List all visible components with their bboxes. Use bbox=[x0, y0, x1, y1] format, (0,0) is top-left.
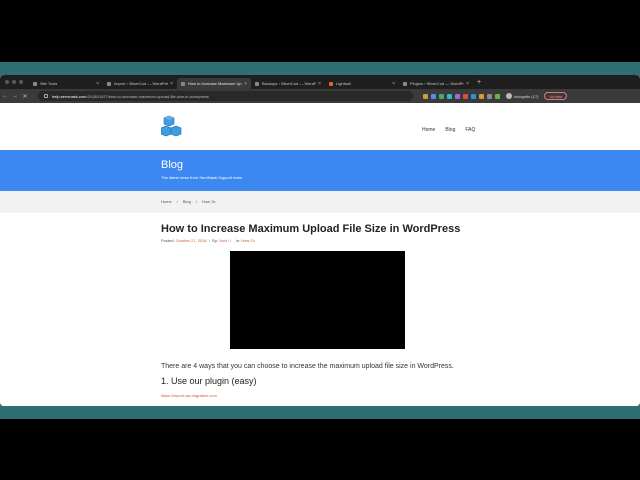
posted-date[interactable]: October 27, 2018 bbox=[176, 238, 207, 243]
breadcrumb-blog[interactable]: Blog bbox=[183, 199, 191, 204]
tab-bar: Site Tools × Import ‹ SilverCod — WordPr… bbox=[0, 75, 640, 89]
lock-icon bbox=[44, 94, 48, 98]
tab-backups[interactable]: Backups ‹ SilverCod — WordP × bbox=[251, 78, 325, 89]
nav-faq[interactable]: FAQ bbox=[465, 127, 475, 133]
blog-hero: Blog The latest news from ServMask Suppo… bbox=[0, 150, 640, 191]
tab-title: Import ‹ SilverCod — WordPre bbox=[114, 81, 169, 86]
video-embed[interactable] bbox=[230, 251, 405, 349]
letterbox-top bbox=[0, 0, 640, 62]
update-label: Update bbox=[549, 93, 563, 99]
main-nav: Home Blog FAQ bbox=[422, 127, 475, 133]
profile-button[interactable]: Incognito (17) bbox=[506, 93, 538, 99]
minimize-window-icon[interactable] bbox=[12, 80, 16, 84]
tab-title: Site Tools bbox=[40, 81, 58, 86]
tab-title: Lightsail bbox=[336, 81, 351, 86]
servmask-icon bbox=[181, 81, 185, 86]
breadcrumb-how-to[interactable]: How-To bbox=[202, 199, 216, 204]
wordpress-icon bbox=[107, 81, 111, 86]
incognito-icon bbox=[506, 93, 512, 99]
tab-title: Backups ‹ SilverCod — WordP bbox=[262, 81, 317, 86]
close-tab-icon[interactable]: × bbox=[392, 81, 395, 87]
tab-lightsail[interactable]: Lightsail × bbox=[325, 78, 399, 89]
breadcrumb-separator: / bbox=[176, 199, 178, 204]
reload-icon[interactable]: ✕ bbox=[20, 93, 30, 100]
nav-home[interactable]: Home bbox=[422, 127, 435, 133]
desktop-background-bottom bbox=[0, 406, 640, 419]
address-bar[interactable]: help.servmask.com /2018/10/27/how-to-inc… bbox=[38, 91, 413, 101]
close-tab-icon[interactable]: × bbox=[170, 81, 173, 87]
window-controls bbox=[0, 80, 29, 84]
close-tab-icon[interactable]: × bbox=[318, 81, 321, 87]
back-arrow-icon[interactable]: ← bbox=[0, 93, 10, 99]
plugin-link[interactable]: https://import.wp-migration.com bbox=[161, 393, 217, 398]
site-header: Home Blog FAQ bbox=[0, 103, 640, 150]
url-path: /2018/10/27/how-to-increase-maximum-uplo… bbox=[86, 93, 210, 99]
post-category[interactable]: How-To bbox=[241, 238, 255, 243]
close-tab-icon[interactable]: × bbox=[244, 81, 247, 87]
post-author[interactable]: Yani / / bbox=[219, 238, 231, 243]
puzzle-icon[interactable] bbox=[487, 93, 492, 99]
globe-icon bbox=[33, 81, 37, 86]
posted-label: Posted: bbox=[161, 238, 175, 243]
desktop-background-top bbox=[0, 62, 640, 74]
close-window-icon[interactable] bbox=[5, 80, 9, 84]
close-tab-icon[interactable]: × bbox=[466, 81, 469, 87]
servmask-logo[interactable] bbox=[161, 115, 187, 137]
hero-subtitle: The latest news from ServMask Support te… bbox=[161, 175, 243, 180]
tab-title: Plugins ‹ SilverCod — WordPre bbox=[410, 81, 465, 86]
tab-plugins[interactable]: Plugins ‹ SilverCod — WordPre × bbox=[399, 78, 473, 89]
extension-icon[interactable] bbox=[455, 93, 460, 99]
extension-icon[interactable] bbox=[439, 93, 444, 99]
lightsail-icon bbox=[329, 81, 333, 86]
breadcrumb-separator: / bbox=[195, 199, 197, 204]
post-title: How to Increase Maximum Upload File Size… bbox=[161, 223, 461, 235]
maximize-window-icon[interactable] bbox=[19, 80, 23, 84]
extension-icon[interactable] bbox=[471, 93, 476, 99]
extension-icon[interactable] bbox=[431, 93, 436, 99]
download-icon[interactable] bbox=[495, 93, 500, 99]
new-tab-button[interactable]: + bbox=[477, 79, 481, 86]
post-meta: Posted: October 27, 2018 / By: Yani / / … bbox=[161, 238, 255, 243]
tab-how-to-increase[interactable]: How to Increase Maximum Up × bbox=[177, 78, 251, 89]
tab-title: How to Increase Maximum Up bbox=[188, 81, 242, 86]
tab-site-tools[interactable]: Site Tools × bbox=[29, 78, 103, 89]
forward-arrow-icon[interactable]: → bbox=[10, 93, 20, 99]
section-heading: 1. Use our plugin (easy) bbox=[161, 376, 257, 386]
extension-icon[interactable] bbox=[447, 93, 452, 99]
by-label: By: bbox=[212, 238, 218, 243]
wordpress-icon bbox=[403, 81, 407, 86]
web-page: Home Blog FAQ Blog The latest news from … bbox=[0, 103, 640, 406]
extension-icon[interactable] bbox=[479, 93, 484, 99]
post-intro: There are 4 ways that you can choose to … bbox=[161, 363, 454, 370]
extensions-area bbox=[423, 93, 500, 99]
update-button[interactable]: Update bbox=[544, 92, 568, 100]
profile-label: Incognito (17) bbox=[514, 93, 539, 99]
extension-icon[interactable] bbox=[463, 93, 468, 99]
breadcrumb-home[interactable]: Home bbox=[161, 199, 172, 204]
nav-blog[interactable]: Blog bbox=[445, 127, 455, 133]
breadcrumb: Home / Blog / How-To bbox=[0, 191, 640, 213]
browser-window: Site Tools × Import ‹ SilverCod — WordPr… bbox=[0, 75, 640, 406]
hero-title: Blog bbox=[161, 159, 184, 171]
letterbox-bottom bbox=[0, 419, 640, 480]
url-host: help.servmask.com bbox=[52, 93, 87, 99]
wordpress-icon bbox=[255, 81, 259, 86]
in-label: In: bbox=[235, 238, 241, 243]
tab-import[interactable]: Import ‹ SilverCod — WordPre × bbox=[103, 78, 177, 89]
toolbar: ← → ✕ help.servmask.com /2018/10/27/how-… bbox=[0, 89, 640, 103]
close-tab-icon[interactable]: × bbox=[96, 81, 99, 87]
extension-icon[interactable] bbox=[423, 93, 428, 99]
